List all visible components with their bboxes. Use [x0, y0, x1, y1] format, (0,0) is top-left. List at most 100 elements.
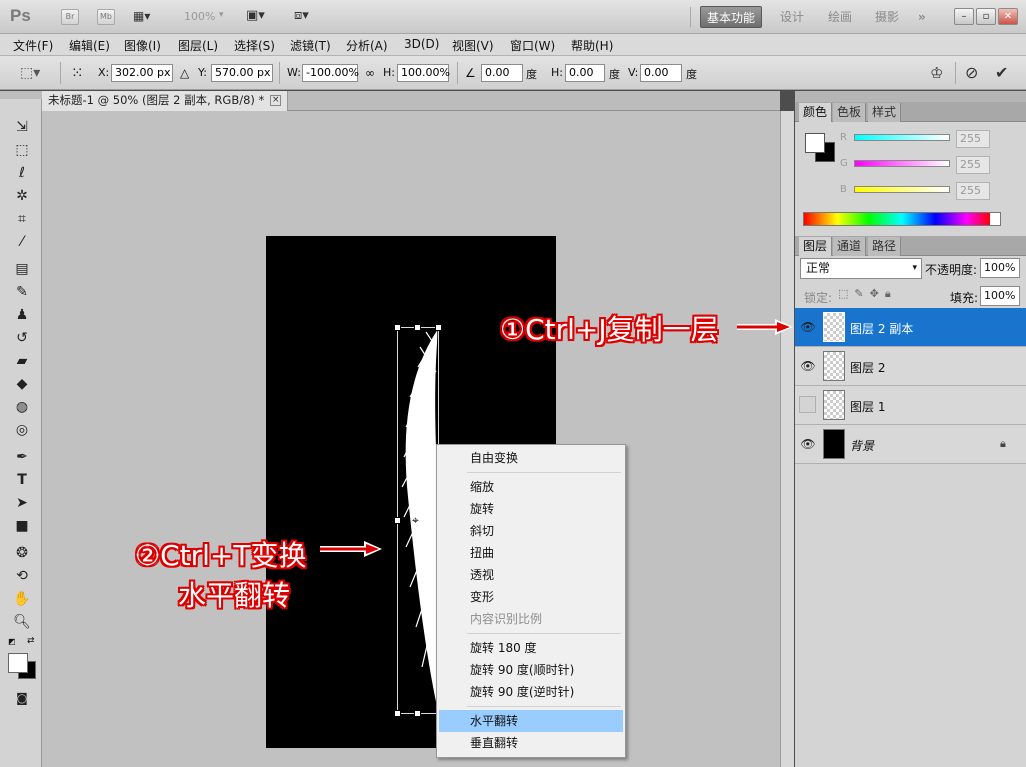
dodge-tool-icon[interactable]: ◎	[10, 420, 34, 440]
paint-bucket-tool-icon[interactable]: ◆	[10, 374, 34, 394]
tab-channels[interactable]: 通道	[833, 237, 867, 256]
3d-orbit-tool-icon[interactable]: ⟲	[10, 566, 34, 586]
blend-mode-select[interactable]: 正常 ▾	[800, 258, 922, 279]
view-extras-icon[interactable]: ▦▾	[133, 9, 163, 25]
minimize-icon[interactable]: –	[954, 8, 974, 25]
path-selection-tool-icon[interactable]: ➤	[10, 493, 34, 513]
menu-image[interactable]: 图像(I)	[124, 37, 161, 54]
mini-bridge-button[interactable]: Mb	[97, 9, 115, 25]
menu-filter[interactable]: 滤镜(T)	[290, 37, 331, 54]
lock-options-icon[interactable]: ⬚✎✥🔒︎	[838, 287, 897, 301]
screen-mode-icon[interactable]: ⧈▾	[294, 8, 309, 23]
tab-paths[interactable]: 路径	[868, 237, 902, 256]
document-tab[interactable]: 未标题-1 @ 50% (图层 2 副本, RGB/8) * ×	[42, 91, 289, 111]
menu-select[interactable]: 选择(S)	[234, 37, 275, 54]
quick-mask-icon[interactable]: ◙	[10, 688, 34, 708]
x-position-field[interactable]: 302.00 px	[111, 64, 173, 82]
type-tool-icon[interactable]: T	[10, 470, 34, 490]
default-colors-icon[interactable]: ◩	[8, 637, 16, 646]
menu-item-distort[interactable]: 扭曲	[439, 542, 623, 564]
move-tool-icon[interactable]: ⇲	[10, 117, 34, 137]
healing-brush-tool-icon[interactable]: ▤	[10, 259, 34, 279]
menu-item-scale[interactable]: 缩放	[439, 476, 623, 498]
menu-item-skew[interactable]: 斜切	[439, 520, 623, 542]
menu-item-rotate-90-ccw[interactable]: 旋转 90 度(逆时针)	[439, 681, 623, 703]
rectangle-tool-icon[interactable]: ■	[10, 516, 34, 536]
menu-item-perspective[interactable]: 透视	[439, 564, 623, 586]
marquee-tool-icon[interactable]: ⬚	[10, 140, 34, 160]
visibility-eye-icon[interactable]: 👁︎	[800, 436, 816, 452]
zoom-tool-icon[interactable]: 🔍︎	[10, 612, 34, 632]
history-brush-tool-icon[interactable]: ↺	[10, 328, 34, 348]
layer-name[interactable]: 图层 1	[850, 398, 885, 415]
green-value-field[interactable]: 255	[956, 156, 990, 174]
menu-file[interactable]: 文件(F)	[13, 37, 53, 54]
blue-slider[interactable]: B 255	[840, 182, 990, 202]
transform-handle-top-left[interactable]	[394, 324, 401, 331]
layers-empty-area[interactable]	[795, 464, 1026, 767]
brush-tool-icon[interactable]: ✎	[10, 282, 34, 302]
layer-name[interactable]: 图层 2 副本	[850, 320, 913, 337]
restore-icon[interactable]: ▫	[976, 8, 996, 25]
height-percent-field[interactable]: 100.00%	[397, 64, 450, 82]
lasso-tool-icon[interactable]: ℓ	[10, 163, 34, 183]
menu-item-rotate-180[interactable]: 旋转 180 度	[439, 637, 623, 659]
foreground-color-swatch[interactable]	[8, 653, 28, 673]
red-value-field[interactable]: 255	[956, 130, 990, 148]
rotation-angle-field[interactable]: 0.00	[481, 64, 523, 82]
red-slider[interactable]: R 255	[840, 130, 990, 150]
reference-point-icon[interactable]: ⁙	[71, 64, 84, 82]
workspace-painting[interactable]: 绘画	[822, 6, 858, 28]
tab-styles[interactable]: 样式	[868, 103, 902, 122]
color-spectrum-bar[interactable]	[803, 212, 1001, 226]
width-percent-field[interactable]: -100.00%	[302, 64, 359, 82]
red-track[interactable]	[854, 134, 950, 141]
fill-field[interactable]: 100%	[980, 286, 1020, 306]
layer-name[interactable]: 背景	[850, 437, 874, 454]
opacity-field[interactable]: 100%	[980, 258, 1020, 278]
transform-handle-bottom-left[interactable]	[394, 710, 401, 717]
menu-view[interactable]: 视图(V)	[452, 37, 494, 54]
blue-value-field[interactable]: 255	[956, 182, 990, 200]
menu-item-rotate-90-cw[interactable]: 旋转 90 度(顺时针)	[439, 659, 623, 681]
zoom-level[interactable]: 100%	[184, 10, 215, 23]
quick-selection-tool-icon[interactable]: ✲	[10, 186, 34, 206]
menu-item-warp[interactable]: 变形	[439, 586, 623, 608]
visibility-eye-icon[interactable]: 👁︎	[800, 319, 816, 335]
crop-tool-icon[interactable]: ⌗	[10, 209, 34, 229]
bridge-button[interactable]: Br	[61, 9, 79, 25]
transform-handle-bottom[interactable]	[414, 710, 421, 717]
3d-rotate-tool-icon[interactable]: ❂	[10, 543, 34, 563]
workspace-design[interactable]: 设计	[774, 6, 810, 28]
transform-handle-top-right[interactable]	[435, 324, 442, 331]
menu-3d[interactable]: 3D(D)	[404, 37, 439, 51]
vertical-scrollbar[interactable]	[780, 111, 794, 767]
zoom-dropdown-icon[interactable]: ▾	[219, 10, 224, 20]
pen-tool-icon[interactable]: ✒	[10, 447, 34, 467]
blue-track[interactable]	[854, 186, 950, 193]
y-position-field[interactable]: 570.00 px	[211, 64, 273, 82]
more-workspaces-icon[interactable]: »	[912, 6, 932, 28]
visibility-toggle-off[interactable]	[799, 396, 816, 413]
reference-point-crosshair-icon[interactable]: ⌖	[412, 513, 419, 528]
arrange-documents-icon[interactable]: ▣▾	[246, 8, 265, 23]
workspace-essentials[interactable]: 基本功能	[700, 6, 763, 28]
layer-row[interactable]: 👁︎ 图层 2	[795, 347, 1026, 386]
vertical-skew-field[interactable]: 0.00	[640, 64, 682, 82]
clone-stamp-tool-icon[interactable]: ♟	[10, 305, 34, 325]
foreground-color-swatch[interactable]	[805, 133, 825, 153]
layer-name[interactable]: 图层 2	[850, 359, 885, 376]
menu-layer[interactable]: 图层(L)	[178, 37, 218, 54]
layer-row[interactable]: 👁︎ 背景 🔒︎	[795, 425, 1026, 464]
blur-tool-icon[interactable]: ◍	[10, 397, 34, 417]
tab-swatches[interactable]: 色板	[833, 103, 867, 122]
commit-transform-icon[interactable]: ✔	[995, 63, 1008, 82]
close-icon[interactable]: ✕	[998, 8, 1018, 25]
tab-color[interactable]: 颜色	[799, 103, 833, 122]
cancel-transform-icon[interactable]: ⊘	[965, 63, 978, 82]
menu-window[interactable]: 窗口(W)	[510, 37, 555, 54]
transform-tool-icon[interactable]: ⬚▾	[20, 65, 40, 81]
link-chain-icon[interactable]: ∞	[365, 66, 375, 80]
menu-item-flip-vertical[interactable]: 垂直翻转	[439, 732, 623, 754]
layer-row[interactable]: 图层 1	[795, 386, 1026, 425]
